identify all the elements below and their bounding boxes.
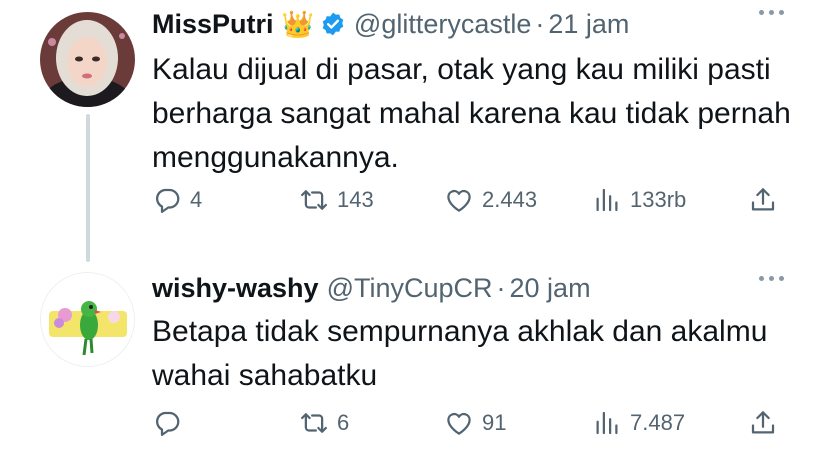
like-icon — [447, 189, 471, 212]
tweet-2[interactable]: wishy-washy @TinyCupCR · 20 jam Betapa t… — [0, 262, 828, 462]
retweet-button[interactable]: 143 — [299, 185, 374, 215]
retweet-button[interactable]: 6 — [299, 408, 349, 438]
reply-button[interactable] — [152, 408, 190, 438]
views-icon — [596, 411, 618, 435]
tweet-text: Betapa tidak sempurnanya akhlak dan akal… — [152, 315, 768, 392]
verified-badge-icon — [320, 11, 346, 37]
views-button[interactable]: 133rb — [592, 185, 686, 215]
thread-line — [86, 114, 90, 262]
reply-button[interactable]: 4 — [152, 185, 202, 215]
more-icon[interactable] — [759, 276, 784, 281]
avatar[interactable] — [40, 12, 135, 107]
retweet-count: 6 — [337, 410, 350, 435]
views-button[interactable]: 7.487 — [592, 408, 685, 438]
action-bar: 4 143 2.443 133rb — [152, 185, 792, 221]
reply-icon — [155, 188, 180, 213]
like-button[interactable]: 91 — [444, 408, 506, 438]
tweet-1[interactable]: MissPutri 👑 @glitterycastle · 21 jam Kal… — [0, 0, 828, 262]
user-handle[interactable]: @TinyCupCR — [327, 273, 493, 304]
more-icon[interactable] — [759, 10, 784, 15]
separator-dot: · — [535, 8, 545, 39]
display-name[interactable]: MissPutri — [152, 9, 274, 40]
timestamp[interactable]: 21 jam — [548, 9, 629, 40]
views-count: 7.487 — [630, 410, 686, 435]
reply-icon — [155, 411, 180, 436]
crown-emoji: 👑 — [281, 8, 314, 39]
retweet-count: 143 — [337, 187, 374, 212]
display-name[interactable]: wishy-washy — [152, 273, 319, 304]
action-bar: 6 91 7.487 — [152, 408, 792, 444]
retweet-icon — [301, 413, 327, 433]
tweet-header: wishy-washy @TinyCupCR · 20 jam — [152, 270, 738, 306]
like-button[interactable]: 2.443 — [444, 185, 537, 215]
separator-dot: · — [496, 272, 506, 303]
tweet-text: Kalau dijual di pasar, otak yang kau mil… — [152, 53, 791, 174]
share-icon — [751, 411, 775, 434]
timestamp[interactable]: 20 jam — [510, 273, 591, 304]
like-count: 91 — [482, 410, 507, 435]
retweet-icon — [301, 190, 327, 210]
user-handle[interactable]: @glitterycastle — [354, 9, 531, 40]
share-button[interactable] — [748, 185, 778, 215]
share-icon — [751, 188, 775, 211]
views-count: 133rb — [630, 187, 687, 212]
tweet-header: MissPutri 👑 @glitterycastle · 21 jam — [152, 6, 738, 42]
views-icon — [596, 188, 618, 212]
share-button[interactable] — [748, 408, 778, 438]
like-icon — [447, 412, 471, 435]
avatar[interactable] — [40, 272, 135, 367]
reply-count: 4 — [190, 187, 203, 212]
like-count: 2.443 — [482, 187, 538, 212]
